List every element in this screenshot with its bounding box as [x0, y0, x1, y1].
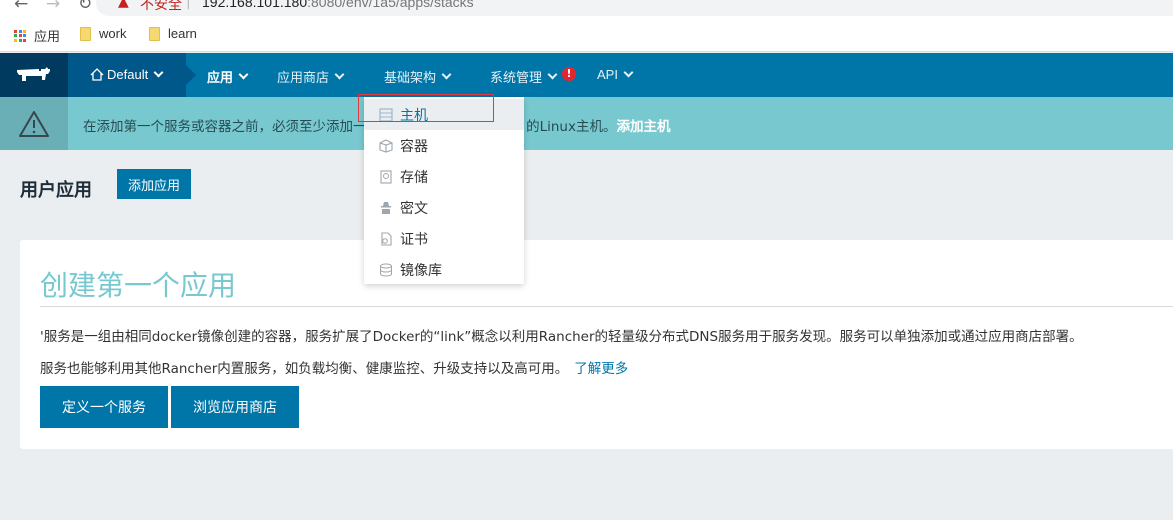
browser-address-row: ← → ↻ ▲ 不安全 | 192.168.101.180:8080/env/1…	[0, 0, 1173, 16]
url-host: 192.168.101.180	[202, 0, 308, 10]
rancher-logo[interactable]	[0, 53, 68, 97]
card-title: 创建第一个应用	[40, 269, 237, 302]
security-label[interactable]: 不安全	[140, 0, 182, 14]
environment-name: Default	[107, 67, 149, 82]
storage-icon	[378, 169, 394, 185]
chevron-down-icon	[441, 69, 452, 80]
add-host-link[interactable]: 添加主机	[616, 119, 670, 135]
rancher-cow-icon	[17, 67, 50, 81]
card-description-2: 服务也能够利用其他Rancher内置服务，如负载均衡、健康监控、升级支持以及高可…	[40, 357, 628, 377]
forward-icon[interactable]: →	[46, 0, 60, 14]
chevron-down-icon	[153, 67, 164, 78]
dropdown-item-registries[interactable]: 镜像库	[364, 254, 524, 285]
dropdown-item-label: 镜像库	[400, 262, 442, 279]
bookmark-label: 应用	[34, 29, 61, 44]
secret-icon	[378, 200, 394, 216]
learn-more-link[interactable]: 了解更多	[574, 361, 628, 377]
dropdown-item-label: 密文	[400, 200, 428, 217]
url-separator: |	[186, 0, 191, 10]
dropdown-item-label: 证书	[400, 231, 428, 248]
top-navigation: Default 应用 应用商店 基础架构 系统管理 ! API	[0, 53, 1173, 97]
dropdown-item-certificates[interactable]: 证书	[364, 223, 524, 254]
folder-icon	[149, 26, 160, 41]
alert-badge-icon: !	[562, 66, 577, 81]
url-path: :8080/env/1a5/apps/stacks	[307, 0, 474, 10]
card-description: '服务是一组由相同docker镜像创建的容器，服务扩展了Docker的“link…	[40, 329, 1083, 345]
chevron-down-icon	[623, 67, 634, 78]
home-icon	[90, 68, 104, 81]
browse-catalog-button[interactable]: 浏览应用商店	[171, 386, 299, 428]
warning-icon[interactable]: ▲	[118, 0, 129, 10]
no-hosts-alert: 在添加第一个服务或容器之前，必须至少添加一台运行支持的Docker版本 的Lin…	[0, 97, 1173, 150]
empty-state-card: 创建第一个应用 '服务是一组由相同docker镜像创建的容器，服务扩展了Dock…	[20, 240, 1173, 449]
nav-label: 应用商店	[277, 71, 330, 86]
certificate-icon	[378, 231, 394, 247]
environment-switcher[interactable]: Default	[68, 53, 196, 97]
nav-label: 系统管理	[490, 71, 543, 86]
nav-label: 基础架构	[384, 71, 437, 86]
add-app-button[interactable]: 添加应用	[117, 169, 191, 199]
define-service-button[interactable]: 定义一个服务	[40, 386, 168, 428]
bookmark-learn[interactable]: learn	[149, 26, 197, 41]
card-text: 服务也能够利用其他Rancher内置服务，如负载均衡、健康监控、升级支持以及高可…	[40, 361, 569, 377]
bookmark-label: learn	[168, 26, 197, 41]
nav-label: 应用	[207, 71, 234, 86]
nav-label: API	[597, 67, 618, 82]
dropdown-item-containers[interactable]: 容器	[364, 130, 524, 161]
url-text[interactable]: 192.168.101.180:8080/env/1a5/apps/stacks	[202, 0, 474, 10]
back-icon[interactable]: ←	[14, 0, 28, 14]
nav-admin[interactable]: 系统管理 !	[490, 66, 577, 86]
bookmark-work[interactable]: work	[80, 26, 126, 41]
nav-api[interactable]: API	[597, 67, 635, 82]
alert-text-part: 的Linux主机。	[521, 119, 617, 135]
dropdown-item-label: 容器	[400, 138, 428, 155]
apps-grid-icon	[14, 29, 26, 42]
divider	[40, 306, 1173, 307]
dropdown-item-storage[interactable]: 存储	[364, 161, 524, 192]
chevron-down-icon	[334, 69, 345, 80]
infrastructure-dropdown: 主机 容器 存储 密文 证书 镜像库	[364, 97, 524, 284]
alert-icon-container	[0, 97, 68, 150]
chevron-down-icon	[238, 69, 249, 80]
nav-infrastructure[interactable]: 基础架构	[384, 67, 453, 86]
bookmark-apps[interactable]: 应用	[14, 26, 60, 45]
nav-apps[interactable]: 应用	[207, 67, 250, 86]
dropdown-item-label: 主机	[400, 107, 428, 124]
dropdown-item-label: 存储	[400, 169, 428, 186]
bookmarks-bar: 应用 work learn	[0, 16, 1173, 52]
warning-triangle-icon	[19, 110, 49, 137]
container-icon	[378, 138, 394, 154]
folder-icon	[80, 26, 91, 41]
chevron-down-icon	[547, 69, 558, 80]
nav-catalog[interactable]: 应用商店	[277, 67, 346, 86]
bookmark-label: work	[99, 26, 127, 41]
host-icon	[378, 107, 394, 123]
dropdown-item-secrets[interactable]: 密文	[364, 192, 524, 223]
registry-icon	[378, 262, 394, 278]
page-title: 用户应用	[20, 180, 92, 201]
reload-icon[interactable]: ↻	[78, 0, 92, 14]
environment-button[interactable]: Default	[90, 67, 165, 82]
dropdown-item-hosts[interactable]: 主机	[364, 99, 524, 130]
